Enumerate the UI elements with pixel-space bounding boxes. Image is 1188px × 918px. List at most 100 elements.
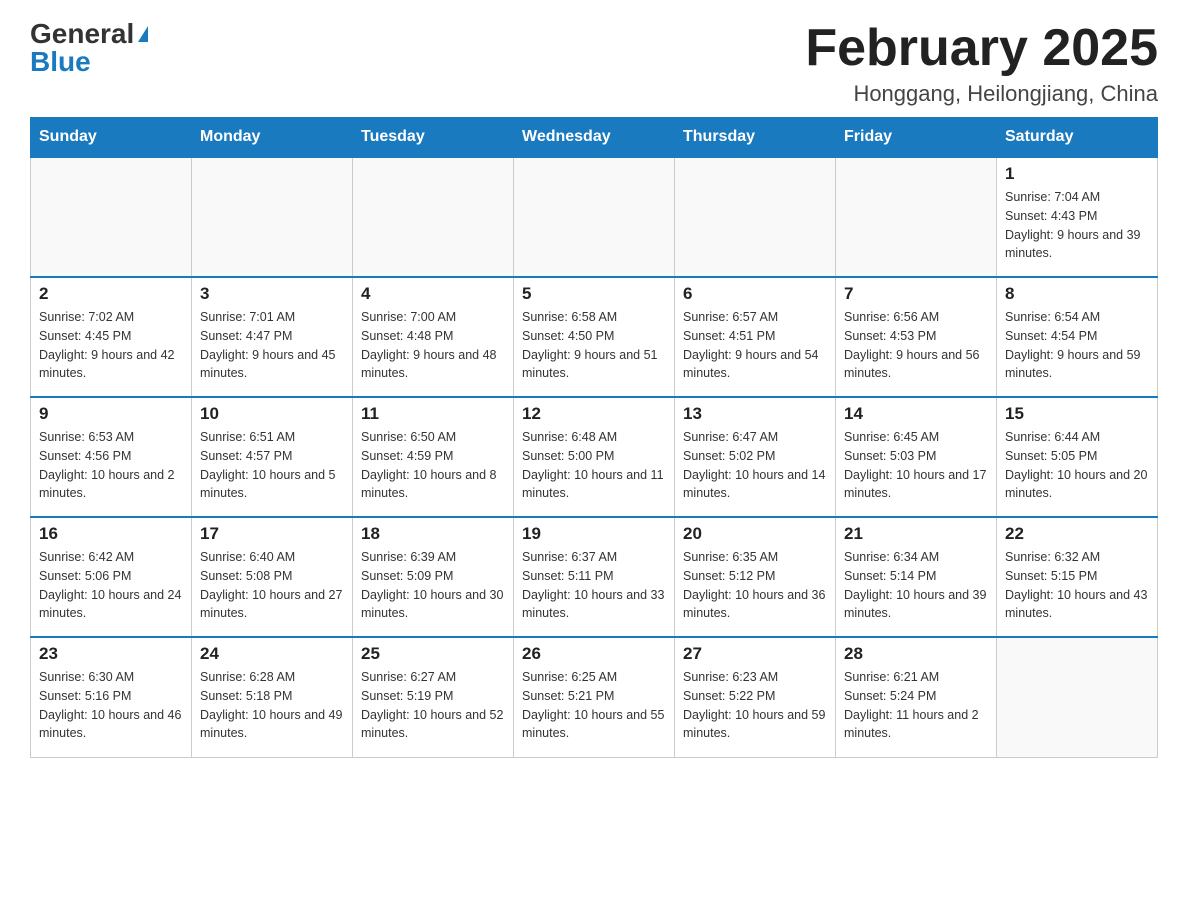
calendar-cell: 25 Sunrise: 6:27 AM Sunset: 5:19 PM Dayli… [353,637,514,757]
calendar-cell: 2 Sunrise: 7:02 AM Sunset: 4:45 PM Daylig… [31,277,192,397]
calendar-cell: 13 Sunrise: 6:47 AM Sunset: 5:02 PM Dayli… [675,397,836,517]
day-number: 18 [361,524,505,544]
column-header-sunday: Sunday [31,118,192,158]
column-header-thursday: Thursday [675,118,836,158]
day-info: Sunrise: 6:54 AM Sunset: 4:54 PM Dayligh… [1005,308,1149,383]
calendar-cell: 18 Sunrise: 6:39 AM Sunset: 5:09 PM Dayli… [353,517,514,637]
column-header-tuesday: Tuesday [353,118,514,158]
day-number: 20 [683,524,827,544]
calendar-cell: 21Sunrise: 6:34 AM Sunset: 5:14 PM Dayli… [836,517,997,637]
week-row-4: 16 Sunrise: 6:42 AM Sunset: 5:06 PM Dayli… [31,517,1158,637]
day-info: Sunrise: 6:42 AM Sunset: 5:06 PM Dayligh… [39,548,183,623]
day-number: 22 [1005,524,1149,544]
calendar-cell [514,157,675,277]
day-info: Sunrise: 6:25 AM Sunset: 5:21 PM Dayligh… [522,668,666,743]
month-title: February 2025 [805,20,1158,77]
day-info: Sunrise: 6:40 AM Sunset: 5:08 PM Dayligh… [200,548,344,623]
day-info: Sunrise: 6:51 AM Sunset: 4:57 PM Dayligh… [200,428,344,503]
day-number: 24 [200,644,344,664]
calendar-cell: 11 Sunrise: 6:50 AM Sunset: 4:59 PM Dayli… [353,397,514,517]
day-number: 19 [522,524,666,544]
week-row-3: 9 Sunrise: 6:53 AM Sunset: 4:56 PM Daylig… [31,397,1158,517]
day-info: Sunrise: 6:50 AM Sunset: 4:59 PM Dayligh… [361,428,505,503]
day-number: 2 [39,284,183,304]
day-info: Sunrise: 6:48 AM Sunset: 5:00 PM Dayligh… [522,428,666,503]
day-number: 9 [39,404,183,424]
day-number: 26 [522,644,666,664]
calendar-cell: 1 Sunrise: 7:04 AM Sunset: 4:43 PM Daylig… [997,157,1158,277]
column-header-friday: Friday [836,118,997,158]
calendar-cell: 7Sunrise: 6:56 AM Sunset: 4:53 PM Daylig… [836,277,997,397]
day-number: 25 [361,644,505,664]
day-number: 5 [522,284,666,304]
calendar-cell: 15Sunrise: 6:44 AM Sunset: 5:05 PM Dayli… [997,397,1158,517]
day-info: Sunrise: 7:02 AM Sunset: 4:45 PM Dayligh… [39,308,183,383]
calendar-header-row: SundayMondayTuesdayWednesdayThursdayFrid… [31,118,1158,158]
day-number: 28 [844,644,988,664]
day-number: 6 [683,284,827,304]
day-number: 3 [200,284,344,304]
calendar-cell [31,157,192,277]
calendar-table: SundayMondayTuesdayWednesdayThursdayFrid… [30,117,1158,758]
day-number: 10 [200,404,344,424]
logo-general-text: General [30,20,134,48]
day-info: Sunrise: 6:56 AM Sunset: 4:53 PM Dayligh… [844,308,988,383]
day-info: Sunrise: 6:30 AM Sunset: 5:16 PM Dayligh… [39,668,183,743]
calendar-cell: 5 Sunrise: 6:58 AM Sunset: 4:50 PM Daylig… [514,277,675,397]
week-row-5: 23 Sunrise: 6:30 AM Sunset: 5:16 PM Dayli… [31,637,1158,757]
day-info: Sunrise: 6:58 AM Sunset: 4:50 PM Dayligh… [522,308,666,383]
calendar-cell: 16 Sunrise: 6:42 AM Sunset: 5:06 PM Dayli… [31,517,192,637]
day-info: Sunrise: 6:39 AM Sunset: 5:09 PM Dayligh… [361,548,505,623]
day-info: Sunrise: 6:57 AM Sunset: 4:51 PM Dayligh… [683,308,827,383]
day-number: 11 [361,404,505,424]
day-number: 23 [39,644,183,664]
day-info: Sunrise: 6:53 AM Sunset: 4:56 PM Dayligh… [39,428,183,503]
day-number: 17 [200,524,344,544]
calendar-cell: 9 Sunrise: 6:53 AM Sunset: 4:56 PM Daylig… [31,397,192,517]
calendar-cell [675,157,836,277]
calendar-cell: 27 Sunrise: 6:23 AM Sunset: 5:22 PM Dayli… [675,637,836,757]
day-number: 27 [683,644,827,664]
day-number: 16 [39,524,183,544]
calendar-cell [836,157,997,277]
calendar-cell: 10 Sunrise: 6:51 AM Sunset: 4:57 PM Dayli… [192,397,353,517]
calendar-cell [997,637,1158,757]
day-number: 13 [683,404,827,424]
title-block: February 2025 Honggang, Heilongjiang, Ch… [805,20,1158,107]
day-info: Sunrise: 7:00 AM Sunset: 4:48 PM Dayligh… [361,308,505,383]
calendar-cell: 12Sunrise: 6:48 AM Sunset: 5:00 PM Dayli… [514,397,675,517]
day-info: Sunrise: 6:44 AM Sunset: 5:05 PM Dayligh… [1005,428,1149,503]
day-number: 14 [844,404,988,424]
column-header-saturday: Saturday [997,118,1158,158]
day-info: Sunrise: 6:27 AM Sunset: 5:19 PM Dayligh… [361,668,505,743]
calendar-cell: 28 Sunrise: 6:21 AM Sunset: 5:24 PM Dayli… [836,637,997,757]
day-info: Sunrise: 6:47 AM Sunset: 5:02 PM Dayligh… [683,428,827,503]
day-info: Sunrise: 6:23 AM Sunset: 5:22 PM Dayligh… [683,668,827,743]
column-header-wednesday: Wednesday [514,118,675,158]
day-info: Sunrise: 6:45 AM Sunset: 5:03 PM Dayligh… [844,428,988,503]
day-info: Sunrise: 6:32 AM Sunset: 5:15 PM Dayligh… [1005,548,1149,623]
day-number: 1 [1005,164,1149,184]
calendar-cell [353,157,514,277]
calendar-cell: 17 Sunrise: 6:40 AM Sunset: 5:08 PM Dayli… [192,517,353,637]
day-info: Sunrise: 6:34 AM Sunset: 5:14 PM Dayligh… [844,548,988,623]
calendar-cell: 14 Sunrise: 6:45 AM Sunset: 5:03 PM Dayli… [836,397,997,517]
day-info: Sunrise: 6:21 AM Sunset: 5:24 PM Dayligh… [844,668,988,743]
calendar-cell: 3 Sunrise: 7:01 AM Sunset: 4:47 PM Daylig… [192,277,353,397]
logo: General Blue [30,20,148,76]
logo-triangle-icon [138,26,148,42]
calendar-cell: 23 Sunrise: 6:30 AM Sunset: 5:16 PM Dayli… [31,637,192,757]
day-number: 8 [1005,284,1149,304]
day-info: Sunrise: 7:01 AM Sunset: 4:47 PM Dayligh… [200,308,344,383]
day-info: Sunrise: 7:04 AM Sunset: 4:43 PM Dayligh… [1005,188,1149,263]
week-row-2: 2 Sunrise: 7:02 AM Sunset: 4:45 PM Daylig… [31,277,1158,397]
calendar-cell: 19Sunrise: 6:37 AM Sunset: 5:11 PM Dayli… [514,517,675,637]
day-info: Sunrise: 6:28 AM Sunset: 5:18 PM Dayligh… [200,668,344,743]
calendar-cell: 20Sunrise: 6:35 AM Sunset: 5:12 PM Dayli… [675,517,836,637]
calendar-cell: 24 Sunrise: 6:28 AM Sunset: 5:18 PM Dayli… [192,637,353,757]
calendar-cell: 4 Sunrise: 7:00 AM Sunset: 4:48 PM Daylig… [353,277,514,397]
calendar-cell: 6 Sunrise: 6:57 AM Sunset: 4:51 PM Daylig… [675,277,836,397]
calendar-cell: 8 Sunrise: 6:54 AM Sunset: 4:54 PM Daylig… [997,277,1158,397]
column-header-monday: Monday [192,118,353,158]
day-number: 4 [361,284,505,304]
